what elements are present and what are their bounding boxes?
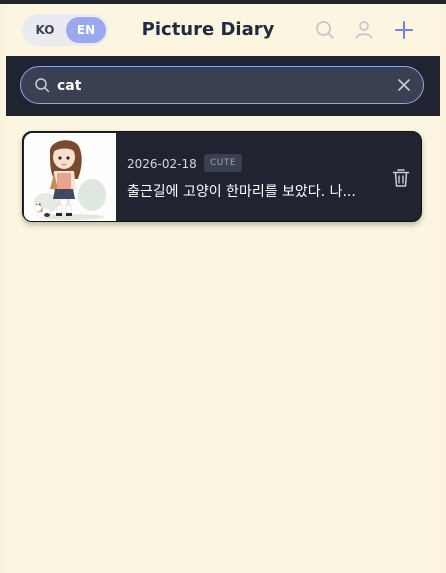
clear-icon[interactable] — [397, 78, 411, 92]
entry-date: 2026-02-18 — [127, 157, 197, 171]
trash-icon[interactable] — [392, 168, 410, 188]
search-icon[interactable] — [313, 18, 337, 42]
diary-entry-card[interactable]: 2026-02-18 CUTE 출근길에 고양이 한마리를 보았다. 나... — [22, 131, 422, 222]
entry-tag-badge: CUTE — [204, 154, 243, 172]
app-header: KO EN Picture Diary — [6, 4, 440, 56]
search-input[interactable] — [55, 74, 379, 98]
search-bar — [6, 56, 440, 116]
search-field[interactable] — [20, 66, 424, 104]
search-icon — [35, 78, 50, 93]
plus-icon[interactable] — [392, 18, 416, 42]
entry-text-preview: 출근길에 고양이 한마리를 보았다. 나... — [127, 184, 356, 200]
app-title: Picture Diary — [141, 19, 275, 40]
entry-thumbnail — [24, 133, 116, 221]
girl-with-cat-illustration — [24, 133, 116, 221]
user-icon[interactable] — [352, 18, 376, 42]
